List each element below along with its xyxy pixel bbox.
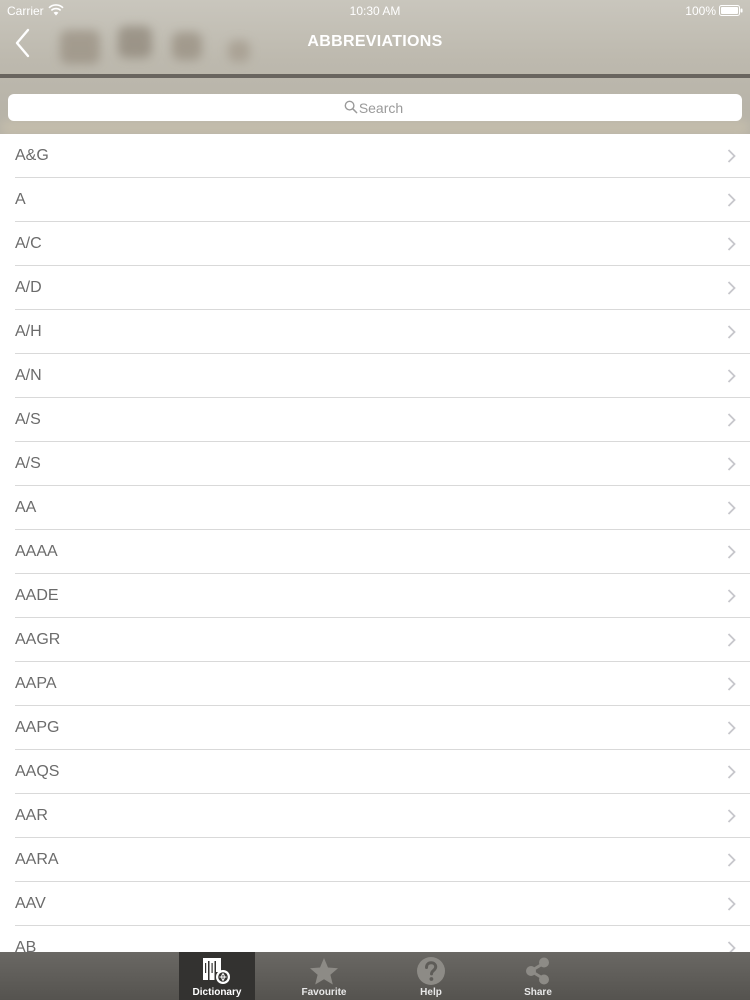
chevron-right-icon [727,369,736,383]
tab-label: Help [420,987,442,998]
chevron-right-icon [727,677,736,691]
list-item[interactable]: A/C [0,222,750,266]
list-item-label: A/S [15,411,41,428]
page-title: ABBREVIATIONS [307,33,443,50]
status-time: 10:30 AM [349,4,401,18]
chevron-right-icon [727,721,736,735]
list-item-label: A/N [15,367,42,384]
chevron-right-icon [727,765,736,779]
tab-dictionary[interactable]: Dictionary [179,952,255,1000]
search-input[interactable] [8,94,742,121]
list-item[interactable]: A/D [0,266,750,310]
search-bar [8,94,742,121]
tab-bar: Dictionary Favourite Help Share [0,952,750,1000]
list-item-label: AARA [15,851,59,868]
status-bar: Carrier 10:30 AM 100% [0,0,750,22]
list-item-label: AAPG [15,719,60,736]
chevron-right-icon [727,413,736,427]
list-item[interactable]: AA [0,486,750,530]
chevron-right-icon [727,545,736,559]
list-item[interactable]: AAV [0,882,750,926]
list-item[interactable]: AAAA [0,530,750,574]
list-item-label: AAPA [15,675,57,692]
list-item-label: A [15,191,26,208]
dictionary-icon [203,958,230,984]
tab-label: Favourite [301,987,347,998]
list-item[interactable]: AAPA [0,662,750,706]
list-item-label: A/C [15,235,42,252]
chevron-right-icon [727,457,736,471]
list-item[interactable]: AB [0,926,750,952]
list-item[interactable]: AAPG [0,706,750,750]
chevron-right-icon [727,325,736,339]
tab-share[interactable]: Share [500,952,576,1000]
list-item[interactable]: A&G [0,134,750,178]
tab-favourite[interactable]: Favourite [286,952,362,1000]
list-item-label: AA [15,499,37,516]
list-item-label: AAGR [15,631,61,648]
list-item-label: A/S [15,455,41,472]
share-icon [526,957,549,985]
list-item[interactable]: A [0,178,750,222]
chevron-right-icon [727,809,736,823]
list-item[interactable]: AARA [0,838,750,882]
chevron-right-icon [727,897,736,911]
abbreviation-list[interactable]: A&G A A/C A/D A/H A/N A/S A/S AA AAAA AA… [0,134,750,952]
header-background-blur [0,120,750,134]
list-item-label: A/D [15,279,42,296]
list-item[interactable]: A/H [0,310,750,354]
tab-help[interactable]: Help [393,952,469,1000]
list-item-label: AB [15,939,37,952]
list-item[interactable]: A/N [0,354,750,398]
chevron-right-icon [727,941,736,952]
chevron-right-icon [727,589,736,603]
nav-divider [0,74,750,78]
chevron-right-icon [727,193,736,207]
help-icon [417,957,445,985]
list-item[interactable]: AADE [0,574,750,618]
chevron-right-icon [727,237,736,251]
list-item[interactable]: A/S [0,398,750,442]
chevron-right-icon [727,633,736,647]
list-item-label: AAR [15,807,48,824]
chevron-right-icon [727,149,736,163]
chevron-right-icon [727,281,736,295]
list-item[interactable]: A/S [0,442,750,486]
navigation-bar: ABBREVIATIONS [0,22,750,74]
header: Carrier 10:30 AM 100% ABBREVIATIONS [0,0,750,134]
list-item-label: AAV [15,895,46,912]
list-item[interactable]: AAQS [0,750,750,794]
list-item-label: AADE [15,587,59,604]
list-item-label: A/H [15,323,42,340]
list-item[interactable]: AAGR [0,618,750,662]
star-icon [310,958,338,985]
battery-icon [719,5,743,16]
list-item-label: AAQS [15,763,60,780]
list-item[interactable]: AAR [0,794,750,838]
tab-label: Share [524,987,552,998]
battery-percent: 100% [685,4,716,18]
list-item-label: AAAA [15,543,58,560]
tab-label: Dictionary [192,987,242,998]
chevron-right-icon [727,501,736,515]
list-item-label: A&G [15,147,49,164]
chevron-right-icon [727,853,736,867]
